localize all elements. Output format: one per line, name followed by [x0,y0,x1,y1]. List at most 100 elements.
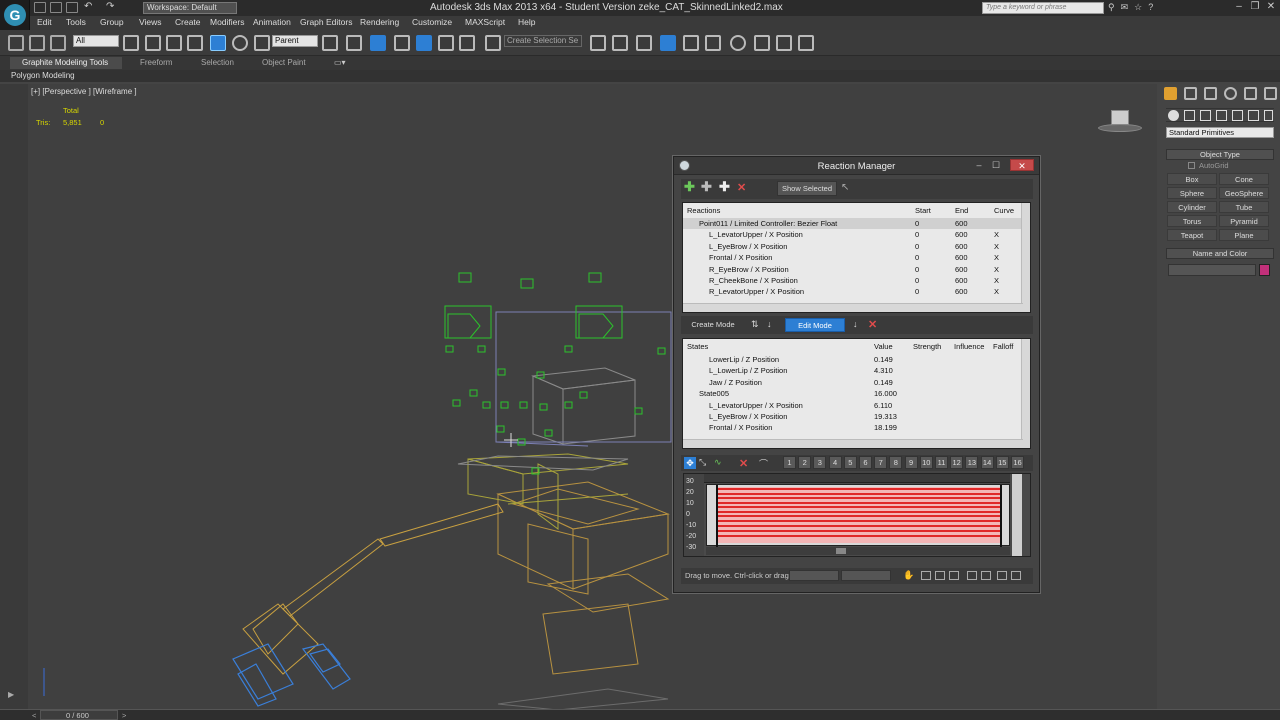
keyboard-shortcut-override-icon[interactable] [370,35,386,51]
display-tab-icon[interactable] [1244,87,1257,100]
menu-customize[interactable]: Customize [412,17,452,27]
reaction-row[interactable]: R_LevatorUpper / X Position 0 600 X [683,286,1023,297]
viewcube-face[interactable] [1111,110,1129,125]
space-warps-icon[interactable] [1248,110,1259,121]
zoom-region-icon[interactable] [949,571,959,580]
states-horizontal-scrollbar[interactable] [683,439,1023,448]
states-col-value[interactable]: Value [874,342,893,351]
state-row[interactable]: Jaw / Z Position 0.149 [683,377,1023,388]
reactions-col-name[interactable]: Reactions [687,206,720,215]
modify-tab-icon[interactable] [1184,87,1197,100]
state-row[interactable]: Frontal / X Position 18.199 [683,422,1023,433]
snaps-toggle-icon[interactable] [394,35,410,51]
zoom-extents-icon[interactable] [921,571,931,580]
state-row[interactable]: L_LevatorUpper / X Position 6.110 [683,400,1023,411]
graph-horizontal-scroll[interactable] [706,547,1010,555]
named-selection-set-dropdown[interactable]: Create Selection Se [504,35,582,47]
systems-icon[interactable] [1264,110,1273,121]
name-and-color-rollout[interactable]: Name and Color [1166,248,1274,259]
pick-icon[interactable]: ↖ [841,182,849,193]
box-button[interactable]: Box [1167,173,1217,185]
reference-coordinate-dropdown[interactable]: Parent [272,35,318,47]
menu-tools[interactable]: Tools [66,17,86,27]
helpers-icon[interactable] [1232,110,1243,121]
create-mode-button[interactable]: Create Mode [683,318,743,332]
tab-object-paint[interactable]: Object Paint [262,58,306,67]
time-slider-prev[interactable]: < [32,711,36,720]
cameras-icon[interactable] [1216,110,1227,121]
autogrid-checkbox[interactable] [1188,162,1195,169]
create-tab-icon[interactable] [1164,87,1177,100]
show-selected-button[interactable]: Show Selected [777,181,837,196]
edit-named-selection-icon[interactable] [485,35,501,51]
curve-number-button[interactable]: 8 [889,456,903,469]
menu-group[interactable]: Group [100,17,124,27]
geometry-icon[interactable] [1168,110,1179,121]
add-key-icon[interactable]: ∿ [714,457,722,468]
select-and-manipulate-icon[interactable] [346,35,362,51]
states-col-falloff[interactable]: Falloff [993,342,1013,351]
motion-tab-icon[interactable] [1224,87,1237,100]
reaction-row[interactable]: Frontal / X Position 0 600 X [683,252,1023,263]
tab-selection[interactable]: Selection [201,58,234,67]
delete-key-icon[interactable]: ✕ [739,457,748,470]
edit-mode-button[interactable]: Edit Mode [785,318,845,332]
state-row[interactable]: LowerLip / Z Position 0.149 [683,354,1023,365]
utilities-tab-icon[interactable] [1264,87,1277,100]
reaction-row[interactable]: R_EyeBrow / X Position 0 600 X [683,264,1023,275]
object-type-rollout[interactable]: Object Type [1166,149,1274,160]
ribbon-options-icon[interactable]: ▭▾ [334,58,346,67]
cone-button[interactable]: Cone [1219,173,1269,185]
curve-number-button[interactable]: 4 [828,456,842,469]
scale-keys-icon[interactable]: ⤡ [699,457,706,468]
menu-graph-editors[interactable]: Graph Editors [300,17,352,27]
set-state-icon[interactable]: ⇅ [751,319,759,330]
sphere-button[interactable]: Sphere [1167,187,1217,199]
graph-plot-area[interactable] [706,484,1010,547]
move-down-icon[interactable]: ↓ [853,319,858,329]
render-setup-icon[interactable] [754,35,770,51]
object-name-input[interactable] [1168,264,1256,276]
reaction-row[interactable]: L_LevatorUpper / X Position 0 600 X [683,229,1023,240]
mirror-icon[interactable] [590,35,606,51]
curve-number-button[interactable]: 15 [995,456,1009,469]
menu-views[interactable]: Views [139,17,162,27]
schematic-view-icon[interactable] [705,35,721,51]
redo-icon[interactable]: ↷ [106,1,114,12]
tab-graphite-modeling-tools[interactable]: Graphite Modeling Tools [22,58,108,67]
select-object-icon[interactable] [123,35,139,51]
pyramid-button[interactable]: Pyramid [1219,215,1269,227]
object-color-swatch[interactable] [1259,264,1270,276]
select-and-rotate-icon[interactable] [232,35,248,51]
teapot-button[interactable]: Teapot [1167,229,1217,241]
spinner-snap-icon[interactable] [459,35,475,51]
zoom-value-icon[interactable] [981,571,991,580]
reactions-col-curve[interactable]: Curve [994,206,1014,215]
expand-arrow-icon[interactable]: ▶ [8,690,14,699]
states-col-name[interactable]: States [687,342,708,351]
primitive-type-dropdown[interactable]: Standard Primitives [1166,127,1274,138]
save-icon[interactable] [66,2,78,13]
tab-freeform[interactable]: Freeform [140,58,172,67]
help-search-input[interactable]: Type a keyword or phrase [982,2,1104,14]
application-button[interactable]: G [0,0,30,32]
plane-button[interactable]: Plane [1219,229,1269,241]
select-and-move-icon[interactable] [210,35,226,51]
select-and-scale-icon[interactable] [254,35,270,51]
frame-field[interactable] [789,570,839,581]
menu-maxscript[interactable]: MAXScript [465,17,505,27]
selection-filter-dropdown[interactable]: All [73,35,119,47]
hierarchy-tab-icon[interactable] [1204,87,1217,100]
pan-icon[interactable]: ✋ [903,570,914,581]
curve-number-button[interactable]: 3 [813,456,827,469]
curve-number-button[interactable]: 5 [843,456,857,469]
torus-button[interactable]: Torus [1167,215,1217,227]
states-col-strength[interactable]: Strength [913,342,941,351]
menu-create[interactable]: Create [175,17,201,27]
dialog-minimize-button[interactable]: – [970,159,988,171]
curve-number-button[interactable]: 10 [919,456,933,469]
zoom-icon[interactable] [997,571,1007,580]
geosphere-button[interactable]: GeoSphere [1219,187,1269,199]
curve-number-button[interactable]: 1 [783,456,796,469]
delete-reaction-icon[interactable]: ✕ [737,181,746,194]
